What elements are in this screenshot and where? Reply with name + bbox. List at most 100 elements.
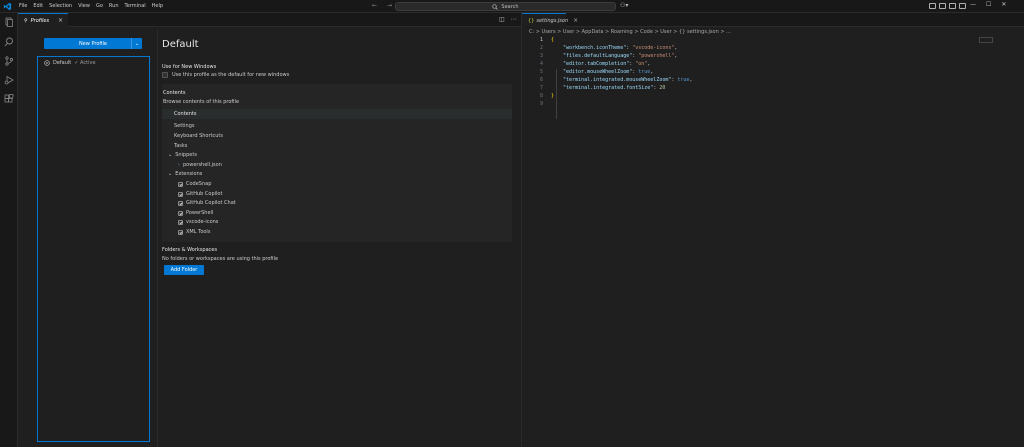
menu-go[interactable]: Go [93,3,106,9]
extension-checkbox-icon[interactable] [178,210,183,216]
extension-label: GitHub Copilot Chat [186,200,236,206]
line-number: 5 [539,69,543,75]
tab-profiles[interactable]: ⚲ Profiles × [18,13,68,27]
contents-heading: Contents [163,90,186,96]
add-folder-button[interactable]: Add Folder [164,265,204,275]
tab-settings-json[interactable]: {} settings.json × [522,13,578,27]
contents-header-row[interactable] [162,109,512,119]
use-for-new-windows-heading: Use for New Windows [162,64,217,70]
more-actions-icon[interactable]: ⋯ [511,16,517,23]
breadcrumb[interactable]: C: > Users > User > AppData > Roaming > … [529,29,731,35]
tab-settings-json-label: settings.json [536,17,569,24]
contents-item-keyboard-shortcuts[interactable]: Keyboard Shortcuts [174,133,223,139]
tab-profiles-label: Profiles [30,17,50,24]
title-bar: File Edit Selection View Go Run Terminal… [0,0,1024,13]
menu-file[interactable]: File [16,3,30,9]
contents-item-extensions[interactable]: ⌄ Extensions [168,171,202,177]
editor-group: {} settings.json × C: > Users > User > A… [521,13,1024,447]
json-value: "on" [635,61,648,67]
menu-edit[interactable]: Edit [30,3,46,9]
search-view-icon[interactable] [4,37,14,47]
customize-layout-icon[interactable] [959,3,966,9]
default-profile-checkbox[interactable] [162,72,168,78]
extensions-icon[interactable] [4,94,14,104]
contents-item-settings[interactable]: Settings [174,123,195,129]
explorer-icon[interactable] [4,17,14,27]
layout-controls [929,3,966,9]
extension-item[interactable]: CodeSnap [178,181,211,187]
extension-label: GitHub Copilot [186,191,223,197]
extension-label: CodeSnap [186,181,212,187]
contents-item-tasks[interactable]: Tasks [174,143,187,149]
use-for-new-windows-label: Use this profile as the default for new … [172,72,290,78]
extension-checkbox-icon[interactable] [178,229,183,235]
code-line: "editor.mouseWheelZoom": true, [563,69,653,75]
use-for-new-windows-row: Use this profile as the default for new … [162,72,289,78]
new-profile-button[interactable]: New Profile [44,38,142,49]
split-editor-icon[interactable]: ◫ [499,16,505,23]
json-end: , [674,53,678,59]
json-value: "powershell" [638,53,675,59]
maximize-button[interactable]: ☐ [986,1,991,8]
window-controls: — ☐ ✕ [970,1,1006,8]
profiles-tab-icon: ⚲ [24,17,28,24]
toggle-secondary-sidebar-icon[interactable] [949,3,956,9]
extension-item[interactable]: GitHub Copilot Chat [178,200,236,206]
sash-divider[interactable] [157,30,158,447]
forward-arrow-icon[interactable]: → [387,2,392,9]
run-debug-icon[interactable] [4,75,14,85]
contents-tree-header: Contents [174,111,197,117]
menu-help[interactable]: Help [149,3,166,9]
extension-item[interactable]: PowerShell [178,210,213,216]
menu-view[interactable]: View [75,3,93,9]
json-value: true [677,77,690,83]
json-key: "editor.tabCompletion" [563,61,630,67]
new-profile-dropdown-button[interactable]: ⌄ [131,38,142,49]
toggle-primary-sidebar-icon[interactable] [929,3,936,9]
extension-label: XML Tools [186,229,211,235]
folders-heading: Folders & Workspaces [162,247,218,253]
line-number: 3 [539,53,543,59]
menu-run[interactable]: Run [106,3,122,9]
minimize-button[interactable]: — [970,1,976,8]
tab-actions: ◫ ⋯ [499,16,517,23]
back-arrow-icon[interactable]: ← [372,2,377,9]
json-end: , [689,77,693,83]
json-key: "terminal.integrated.fontSize" [563,85,654,91]
json-key: "editor.mouseWheelZoom" [563,69,633,75]
toggle-panel-icon[interactable] [939,3,946,9]
menu-terminal[interactable]: Terminal [122,3,149,9]
contents-section: Contents Browse contents of this profile… [162,84,512,242]
menu-selection[interactable]: Selection [46,3,75,9]
profile-item-default[interactable]: Default ✓ Active [44,60,96,66]
code-line: "terminal.integrated.mouseWheelZoom": tr… [563,77,692,83]
profiles-editor: New Profile ⌄ Default ✓ Active Default U… [18,27,521,447]
minimap[interactable] [979,37,993,43]
extension-checkbox-icon[interactable] [178,219,183,225]
line-number: 9 [539,101,543,107]
close-editor-tab-icon[interactable]: × [573,17,578,24]
command-center-search[interactable]: Search [395,2,616,11]
line-number: 8 [539,93,543,99]
folders-description: No folders or workspaces are using this … [162,256,279,262]
chevron-down-icon: ⌄ [168,152,173,158]
extension-checkbox-icon[interactable] [178,181,183,187]
contents-item-snippets[interactable]: ⌄ Snippets [168,152,197,158]
indent-guide [556,69,557,119]
source-control-icon[interactable] [4,56,14,66]
json-file-icon: {} [528,17,535,24]
extension-checkbox-icon[interactable] [178,191,183,197]
snippet-file-item[interactable]: › powershell.json [178,162,222,168]
extension-item[interactable]: XML Tools [178,229,210,235]
extension-item[interactable]: GitHub Copilot [178,191,222,197]
close-tab-icon[interactable]: × [58,17,63,24]
line-number: 2 [539,45,543,51]
copilot-icon[interactable]: ⚇▾ [620,2,628,9]
close-window-button[interactable]: ✕ [1001,1,1006,8]
extension-checkbox-icon[interactable] [178,200,183,206]
json-key: "files.defaultLanguage" [563,53,633,59]
extension-item[interactable]: vscode-icons [178,219,218,225]
code-line: "editor.tabCompletion": "on", [563,61,650,67]
line-number: 1 [539,37,543,43]
json-key: "workbench.iconTheme" [563,45,627,51]
